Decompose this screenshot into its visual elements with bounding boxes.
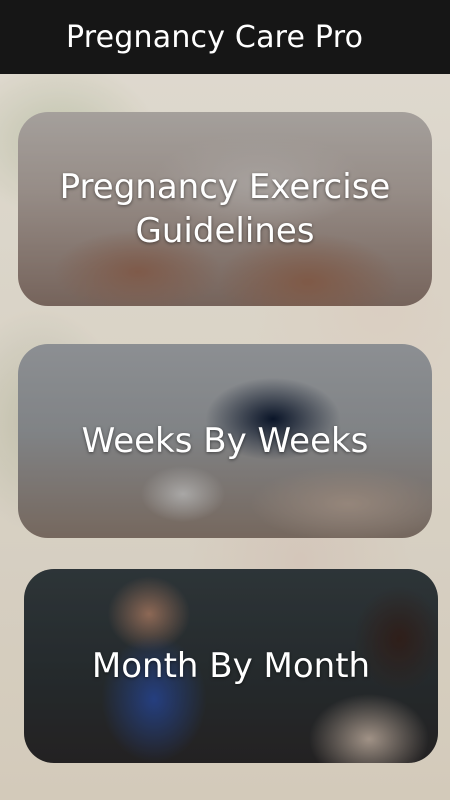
card-label-weeks-by-weeks: Weeks By Weeks (81, 421, 369, 461)
menu-card-exercise-guidelines[interactable]: Pregnancy Exercise Guidelines (18, 112, 432, 306)
card-label-month-by-month: Month By Month (91, 646, 371, 686)
menu-card-weeks-by-weeks[interactable]: Weeks By Weeks (18, 344, 432, 538)
title-bar: Pregnancy Care Pro (0, 0, 450, 74)
menu-card-month-by-month[interactable]: Month By Month (24, 569, 438, 763)
app-title: Pregnancy Care Pro (66, 19, 364, 55)
card-label-exercise-guidelines: Pregnancy Exercise Guidelines (59, 167, 391, 251)
